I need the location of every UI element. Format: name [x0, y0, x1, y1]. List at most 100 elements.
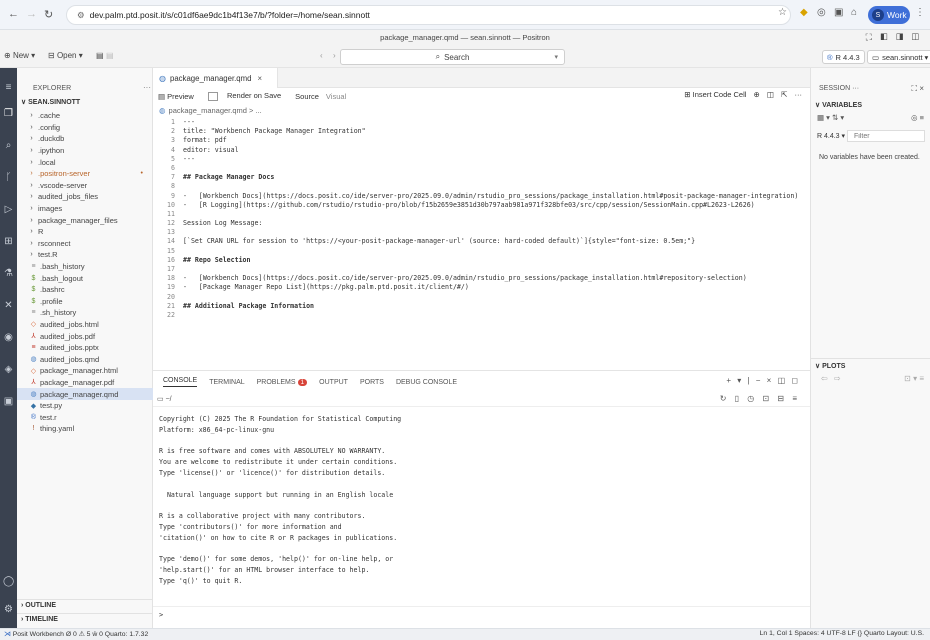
insert-code-cell-button[interactable]: ⊞ Insert Code Cell [684, 90, 746, 99]
tree-item[interactable]: ≡ .sh_history [17, 307, 153, 319]
tree-item[interactable]: › .ipython [17, 145, 153, 157]
panel-tab-problems[interactable]: PROBLEMS 1 [257, 378, 308, 386]
tree-item[interactable]: ⅄ audited_jobs.pdf [17, 330, 153, 342]
profile-button[interactable]: S Work [868, 6, 910, 24]
plots-section[interactable]: ∨ PLOTS [815, 362, 845, 370]
menu-icon[interactable]: ≡ [3, 82, 14, 93]
bookmark-star-icon[interactable]: ☆ [778, 7, 787, 18]
tree-item[interactable]: $ .bashrc [17, 284, 153, 296]
tree-item[interactable]: › R [17, 226, 153, 238]
connections-icon[interactable]: ✕ [3, 300, 14, 311]
extension-icon-2[interactable]: ◎ [817, 7, 826, 18]
panel-tab-terminal[interactable]: TERMINAL [209, 379, 244, 386]
tree-item[interactable]: ⅄ package_manager.pdf [17, 377, 153, 389]
tree-item[interactable]: ® test.r [17, 411, 153, 423]
session-actions[interactable]: ⛶ × [912, 84, 925, 94]
render-on-save-toggle[interactable]: Render on Save [207, 91, 288, 101]
tree-item[interactable]: › .positron-server • [17, 168, 153, 180]
tree-item[interactable]: › audited_jobs_files [17, 191, 153, 203]
variables-tools[interactable]: ▦ ▾ ⇅ ▾ [817, 113, 844, 122]
tree-item[interactable]: ◆ test.py [17, 400, 153, 412]
status-right[interactable]: Ln 1, Col 1 Spaces: 4 UTF-8 LF {} Quarto… [760, 630, 924, 637]
open-button[interactable]: ⊟ Open ▾ [48, 51, 83, 60]
site-info-icon[interactable]: ⚙ [77, 10, 85, 21]
extension-icon[interactable]: ◆ [800, 7, 808, 18]
remote-icon[interactable]: ⋊ [4, 631, 11, 638]
panel-tab-debug-console[interactable]: DEBUG CONSOLE [396, 379, 457, 386]
timeline-section[interactable]: › TIMELINE [21, 616, 58, 623]
forward-arrow-icon[interactable]: → [26, 8, 37, 20]
command-search[interactable]: ⌕ Search ▾ [340, 49, 565, 65]
outline-section[interactable]: › OUTLINE [21, 602, 56, 609]
posit-icon[interactable]: ◉ [3, 332, 14, 343]
breadcrumb[interactable]: ◍ package_manager.qmd > ... [159, 106, 262, 115]
variables-filter-input[interactable] [847, 130, 925, 142]
tree-item[interactable]: › .duckdb [17, 133, 153, 145]
new-button[interactable]: ⊕ New ▾ [4, 51, 35, 60]
run-icon[interactable]: ⊕ [754, 90, 760, 99]
more-actions-icon[interactable]: ··· [143, 83, 151, 92]
split-editor-icon[interactable]: ◫ [767, 90, 774, 99]
close-icon[interactable]: × [257, 74, 262, 83]
tree-item[interactable]: › .cache [17, 110, 153, 122]
publisher-icon[interactable]: ◈ [3, 364, 14, 375]
tree-item[interactable]: › test.R [17, 249, 153, 261]
checkbox[interactable] [207, 91, 218, 101]
address-bar[interactable]: ⚙ dev.palm.ptd.posit.it/s/c01df6ae9dc1b4… [66, 5, 791, 25]
tree-item[interactable]: $ .bash_logout [17, 272, 153, 284]
variables-refresh[interactable]: ◎ ≡ [911, 113, 924, 122]
tree-item[interactable]: ◍ audited_jobs.qmd [17, 353, 153, 365]
tree-item[interactable]: ◇ audited_jobs.html [17, 319, 153, 331]
status-left[interactable]: ⋊ Posit Workbench Ø 0 ⚠ 5 ŵ 0 Quarto: 1.… [4, 630, 148, 638]
tree-item[interactable]: › package_manager_files [17, 214, 153, 226]
extensions-icon[interactable]: ⊞ [3, 236, 14, 247]
plot-actions[interactable]: ⊡ ▾ ≡ [904, 374, 924, 383]
tree-item[interactable]: ◍ package_manager.qmd [17, 388, 153, 400]
search-icon[interactable]: ⌕ [3, 140, 14, 151]
tree-item[interactable]: ≡ .bash_history [17, 261, 153, 273]
tree-item[interactable]: ◇ package_manager.html [17, 365, 153, 377]
preview-button[interactable]: ▤ Preview [158, 92, 201, 101]
tree-item[interactable]: › .vscode-server [17, 180, 153, 192]
workspace-user-selector[interactable]: ▭ sean.sinnott ▾ [867, 50, 930, 64]
panel-tab-ports[interactable]: PORTS [360, 379, 384, 386]
source-mode-button[interactable]: Source [295, 92, 319, 101]
more-actions-icon[interactable]: ··· [795, 90, 803, 99]
editor-tab[interactable]: ◍ package_manager.qmd × [153, 68, 278, 88]
testing-icon[interactable]: ⚗ [3, 268, 14, 279]
save-icon[interactable]: ▤ [96, 51, 104, 60]
panel-tab-console[interactable]: CONSOLE [163, 377, 198, 387]
tree-item[interactable]: $ .profile [17, 296, 153, 308]
code-editor[interactable]: 1 --- 2 title: "Workbench Package Manager I… [153, 118, 810, 320]
run-debug-icon[interactable]: ▷ [3, 204, 14, 215]
console-prompt[interactable]: > [159, 611, 163, 619]
chat-icon[interactable]: ▣ [3, 396, 14, 407]
variables-section[interactable]: ∨ VARIABLES [815, 101, 862, 109]
extensions-puzzle-icon[interactable]: ⌂ [851, 7, 857, 18]
tree-item[interactable]: › images [17, 203, 153, 215]
r-session-selector[interactable]: R 4.4.3 ▾ [817, 132, 845, 140]
source-control-icon[interactable]: ᚴ [3, 172, 14, 183]
save-all-icon[interactable]: ▤ [106, 51, 114, 60]
reload-icon[interactable]: ↻ [44, 8, 53, 21]
tree-item[interactable]: › .config [17, 122, 153, 134]
r-interpreter-selector[interactable]: ® R 4.4.3 [822, 50, 865, 64]
console-actions[interactable]: ↻ ▯ ◷ ⊡ ⊟ ≡ [720, 394, 800, 403]
account-icon[interactable]: ◯ [3, 576, 14, 587]
plot-nav-arrows[interactable]: ⇦ ⇨ [821, 374, 843, 383]
explorer-root-folder[interactable]: ∨ SEAN.SINNOTT [21, 98, 80, 106]
nav-forward-icon[interactable]: › [333, 51, 336, 60]
nav-back-icon[interactable]: ‹ [320, 51, 323, 60]
back-arrow-icon[interactable]: ← [8, 8, 19, 20]
browser-menu-icon[interactable]: ⋮ [915, 7, 925, 18]
tree-item[interactable]: ! thing.yaml [17, 423, 153, 435]
visual-mode-button[interactable]: Visual [326, 92, 346, 101]
extension-icon-3[interactable]: ▣ [834, 7, 843, 18]
gear-icon[interactable]: ⚙ [3, 604, 14, 615]
open-external-icon[interactable]: ⇱ [781, 90, 787, 99]
panel-tab-output[interactable]: OUTPUT [319, 379, 348, 386]
explorer-icon[interactable]: ❐ [3, 108, 14, 119]
tree-item[interactable]: ≡ audited_jobs.pptx [17, 342, 153, 354]
panel-actions[interactable]: + ▾ | − × ◫ ◻ [726, 376, 800, 385]
tree-item[interactable]: › .local [17, 156, 153, 168]
